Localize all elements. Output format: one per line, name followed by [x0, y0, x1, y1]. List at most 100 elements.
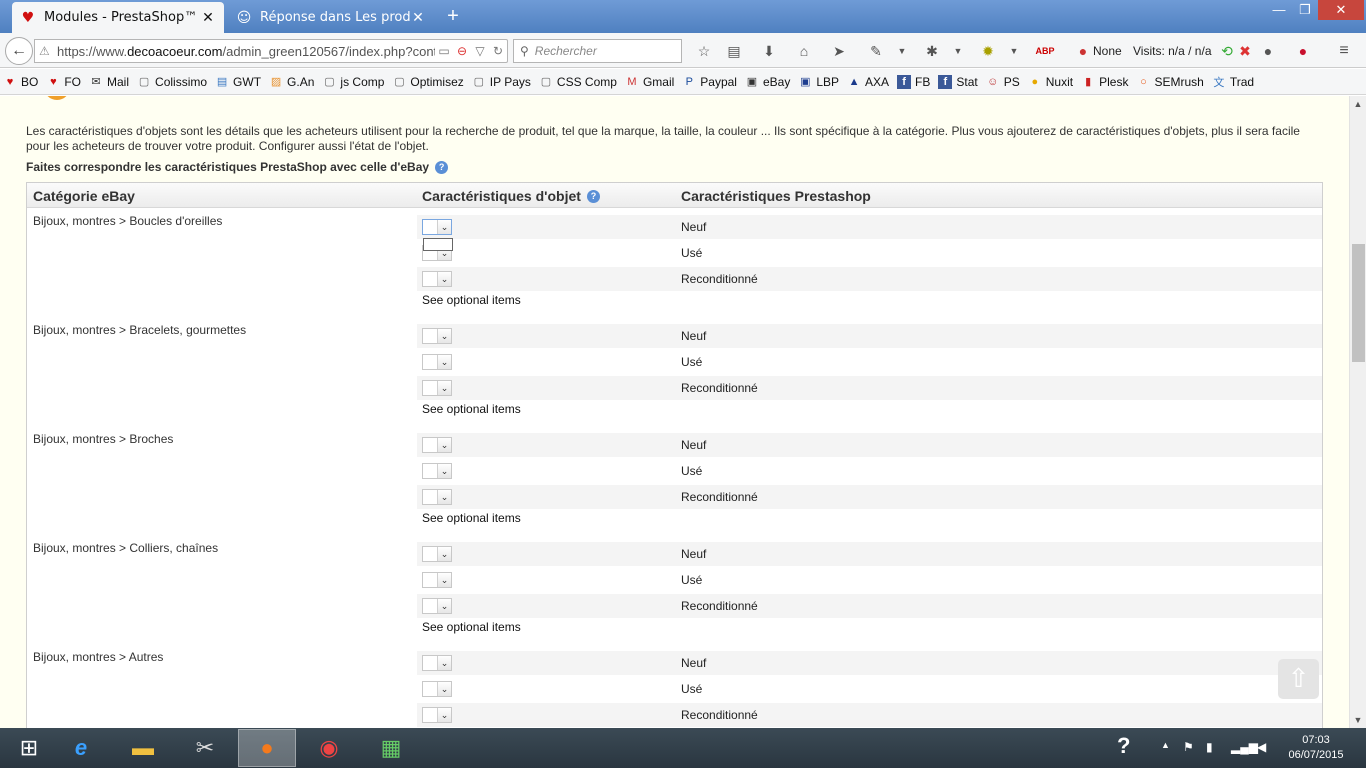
battery-icon[interactable]: ▮ [1206, 740, 1213, 754]
network-icon[interactable]: ▂▄▆ [1231, 740, 1258, 754]
taskbar-snipping[interactable]: ✂ [176, 729, 234, 767]
bookmark-bo[interactable]: ♥ BO [3, 75, 39, 89]
scroll-down-arrow[interactable]: ▼ [1350, 712, 1366, 728]
help-icon[interactable]: ? [586, 189, 600, 203]
condition-row: ⌄ Usé [417, 241, 1322, 265]
condition-select[interactable]: ⌄ [422, 489, 452, 505]
condition-select[interactable]: ⌄ [422, 463, 452, 479]
pinterest-icon[interactable]: ● [1293, 42, 1313, 60]
close-tab-icon[interactable]: ✕ [410, 10, 426, 26]
see-optional-items-link[interactable]: See optional items [422, 511, 521, 525]
help-icon[interactable]: ? [435, 160, 449, 174]
close-icon[interactable]: ✖ [1235, 42, 1255, 60]
bookmark-gmail[interactable]: M Gmail [625, 75, 674, 89]
bookmark-paypal[interactable]: P Paypal [682, 75, 737, 89]
condition-select[interactable]: ⌄ [422, 707, 452, 723]
chat-icon[interactable]: ● [1258, 42, 1278, 60]
condition-select[interactable]: ⌄ [422, 271, 452, 287]
bookmark-fo[interactable]: ♥ FO [46, 75, 81, 89]
maximize-button[interactable]: ❐ [1292, 0, 1318, 20]
condition-select[interactable]: ⌄ [422, 655, 452, 671]
condition-select[interactable]: ⌄ [422, 546, 452, 562]
star-icon[interactable]: ☆ [694, 42, 714, 60]
tab-modules-prestashop[interactable]: ♥ Modules - PrestaShop™ ✕ [12, 2, 224, 33]
tab-reponse[interactable]: ☺ Réponse dans Les produits ... ✕ [228, 2, 434, 33]
condition-select[interactable]: ⌄ [422, 681, 452, 697]
close-window-button[interactable]: ✕ [1318, 0, 1364, 20]
bookmark-nuxit[interactable]: ● Nuxit [1028, 75, 1073, 89]
see-optional-items-link[interactable]: See optional items [422, 620, 521, 634]
new-tab-button[interactable]: + [442, 5, 464, 28]
scrollbar-thumb[interactable] [1352, 244, 1365, 362]
analytics-icon: ▨ [270, 76, 282, 88]
see-optional-items-link[interactable]: See optional items [422, 402, 521, 416]
gear-icon[interactable]: ✹ [978, 42, 998, 60]
condition-select[interactable]: ⌄ [422, 219, 452, 235]
send-icon[interactable]: ➤ [829, 42, 849, 60]
condition-select[interactable]: ⌄ [422, 328, 452, 344]
dropdown-popup[interactable] [423, 238, 453, 251]
refresh-icon[interactable]: ⟲ [1217, 42, 1237, 60]
condition-select[interactable]: ⌄ [422, 598, 452, 614]
category-name: Bijoux, montres > Autres [33, 650, 164, 664]
ghost-icon[interactable]: ● [1073, 42, 1093, 60]
bookmark-ps[interactable]: ☺ PS [986, 75, 1020, 89]
bookmark-g-an[interactable]: ▨ G.An [269, 75, 315, 89]
taskbar-firefox[interactable]: ● [238, 729, 296, 767]
bookmark-css-comp[interactable]: ▢ CSS Comp [539, 75, 617, 89]
minimize-button[interactable]: — [1266, 0, 1292, 20]
bookmark-trad[interactable]: 文 Trad [1212, 75, 1254, 89]
see-optional-items-link[interactable]: See optional items [422, 293, 521, 307]
tray-chevron-icon[interactable]: ▲ [1161, 740, 1170, 750]
bookmark-lbp[interactable]: ▣ LBP [798, 75, 839, 89]
chevron-down-icon[interactable]: ▼ [892, 42, 912, 60]
help-tray-icon[interactable]: ? [1117, 733, 1130, 759]
stop-icon[interactable]: ⊖ [453, 44, 471, 58]
condition-select[interactable]: ⌄ [422, 354, 452, 370]
flag-icon[interactable]: ⚑ [1183, 740, 1194, 754]
home-icon[interactable]: ⌂ [794, 42, 814, 60]
bookmark-colissimo[interactable]: ▢ Colissimo [137, 75, 207, 89]
taskbar-chrome[interactable]: ◉ [300, 729, 358, 767]
url-text: https://www.decoacoeur.com/admin_green12… [57, 43, 435, 59]
bookmark-fb[interactable]: f FB [897, 74, 930, 89]
reload-icon[interactable]: ↻ [489, 44, 507, 58]
taskbar-ie[interactable]: e [52, 729, 110, 767]
back-button[interactable]: ← [5, 37, 33, 65]
menu-icon[interactable]: ≡ [1334, 42, 1354, 60]
url-bar[interactable]: ⚠ https://www.decoacoeur.com/admin_green… [34, 39, 508, 63]
scroll-up-arrow[interactable]: ▲ [1350, 96, 1366, 112]
clipboard-icon[interactable]: ▤ [724, 42, 744, 60]
vertical-scrollbar[interactable]: ▲ ▼ [1349, 96, 1366, 728]
condition-label: Usé [681, 246, 703, 260]
condition-select[interactable]: ⌄ [422, 380, 452, 396]
bookmark-ebay[interactable]: ▣ eBay [745, 75, 791, 89]
search-input[interactable]: ⚲ Rechercher [513, 39, 682, 63]
volume-icon[interactable]: ◀ [1257, 740, 1266, 754]
bookmark-stat[interactable]: f Stat [938, 74, 978, 89]
condition-select[interactable]: ⌄ [422, 572, 452, 588]
bookmark-axa[interactable]: ▲ AXA [847, 75, 889, 89]
bug-icon[interactable]: ✱ [922, 42, 942, 60]
download-icon[interactable]: ⬇ [759, 42, 779, 60]
reader-icon[interactable]: ▭ [435, 44, 453, 58]
taskbar-explorer[interactable]: ▬ [114, 729, 172, 767]
taskbar-studio[interactable]: ▦ [362, 729, 420, 767]
close-tab-icon[interactable]: ✕ [200, 10, 216, 26]
bookmark-ip-pays[interactable]: ▢ IP Pays [472, 75, 531, 89]
dropdown-icon[interactable]: ▽ [471, 44, 489, 58]
chevron-down-icon[interactable]: ▼ [1004, 42, 1024, 60]
bookmark-semrush[interactable]: ○ SEMrush [1136, 75, 1204, 89]
system-clock[interactable]: 07:03 06/07/2015 [1286, 733, 1346, 763]
chevron-down-icon[interactable]: ▼ [948, 42, 968, 60]
bookmark-gwt[interactable]: ▤ GWT [215, 75, 261, 89]
condition-select[interactable]: ⌄ [422, 437, 452, 453]
bookmark-mail[interactable]: ✉ Mail [89, 75, 129, 89]
scroll-to-top-button[interactable]: ⇧ [1278, 659, 1319, 699]
bookmark-plesk[interactable]: ▮ Plesk [1081, 75, 1128, 89]
bookmark-optimisez[interactable]: ▢ Optimisez [392, 75, 464, 89]
bookmark-js-comp[interactable]: ▢ js Comp [322, 75, 384, 89]
tool-icon[interactable]: ✎ [866, 42, 886, 60]
start-button[interactable]: ⊞ [0, 729, 58, 767]
adblock-icon[interactable]: ABP [1035, 42, 1055, 60]
